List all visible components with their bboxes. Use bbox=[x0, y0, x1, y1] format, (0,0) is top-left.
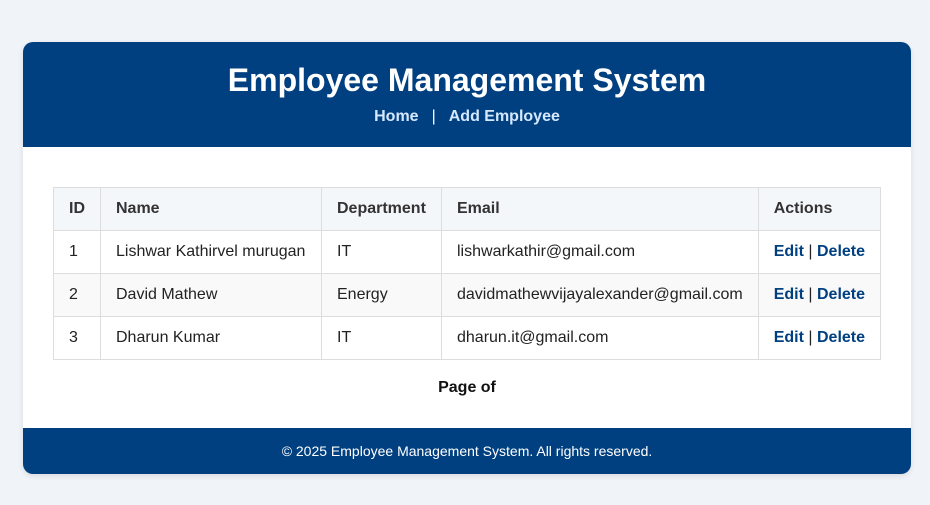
column-header-email: Email bbox=[441, 187, 759, 231]
column-header-name: Name bbox=[100, 187, 322, 231]
cell-actions: Edit | Delete bbox=[757, 273, 882, 317]
cell-name: Dharun Kumar bbox=[100, 316, 322, 360]
cell-id: 1 bbox=[53, 230, 101, 274]
column-header-actions: Actions bbox=[757, 187, 882, 231]
cell-department: Energy bbox=[321, 273, 442, 317]
cell-department: IT bbox=[321, 230, 442, 274]
delete-link[interactable]: Delete bbox=[817, 243, 865, 260]
delete-link[interactable]: Delete bbox=[817, 286, 865, 303]
cell-id: 3 bbox=[53, 316, 101, 360]
nav-home-link[interactable]: Home bbox=[374, 108, 418, 125]
action-separator: | bbox=[808, 286, 813, 303]
cell-department: IT bbox=[321, 316, 442, 360]
pagination-info: Page of bbox=[438, 379, 496, 396]
cell-name: Lishwar Kathirvel murugan bbox=[100, 230, 322, 274]
cell-email: dharun.it@gmail.com bbox=[441, 316, 759, 360]
edit-link[interactable]: Edit bbox=[774, 243, 804, 260]
action-separator: | bbox=[808, 243, 813, 260]
column-header-id: ID bbox=[53, 187, 101, 231]
nav-add-employee-link[interactable]: Add Employee bbox=[449, 108, 560, 125]
delete-link[interactable]: Delete bbox=[817, 329, 865, 346]
footer-copyright: © 2025 Employee Management System. All r… bbox=[281, 443, 653, 459]
cell-name: David Mathew bbox=[100, 273, 322, 317]
site-header: Employee Management System Home | Add Empl… bbox=[23, 42, 911, 147]
table-row: 1 Lishwar Kathirvel murugan IT lishwarka… bbox=[53, 230, 882, 274]
cell-email: lishwarkathir@gmail.com bbox=[441, 230, 759, 274]
table-header-row: ID Name Department Email Actions bbox=[53, 187, 882, 231]
column-header-department: Department bbox=[321, 187, 442, 231]
cell-actions: Edit | Delete bbox=[757, 230, 882, 274]
nav-separator: | bbox=[431, 108, 436, 125]
site-footer: © 2025 Employee Management System. All r… bbox=[23, 428, 911, 474]
cell-email: davidmathewvijayalexander@gmail.com bbox=[441, 273, 759, 317]
employee-table: ID Name Department Email Actions 1 Lishw… bbox=[53, 187, 882, 360]
table-row: 3 Dharun Kumar IT dharun.it@gmail.com Ed… bbox=[53, 316, 882, 360]
edit-link[interactable]: Edit bbox=[774, 329, 804, 346]
table-row: 2 David Mathew Energy davidmathewvijayal… bbox=[53, 273, 882, 317]
cell-id: 2 bbox=[53, 273, 101, 317]
cell-actions: Edit | Delete bbox=[757, 316, 882, 360]
page-title: Employee Management System bbox=[227, 62, 707, 98]
action-separator: | bbox=[808, 329, 813, 346]
main-nav: Home | Add Employee bbox=[23, 107, 911, 127]
main-card: Employee Management System Home | Add Empl… bbox=[23, 42, 911, 474]
edit-link[interactable]: Edit bbox=[774, 286, 804, 303]
